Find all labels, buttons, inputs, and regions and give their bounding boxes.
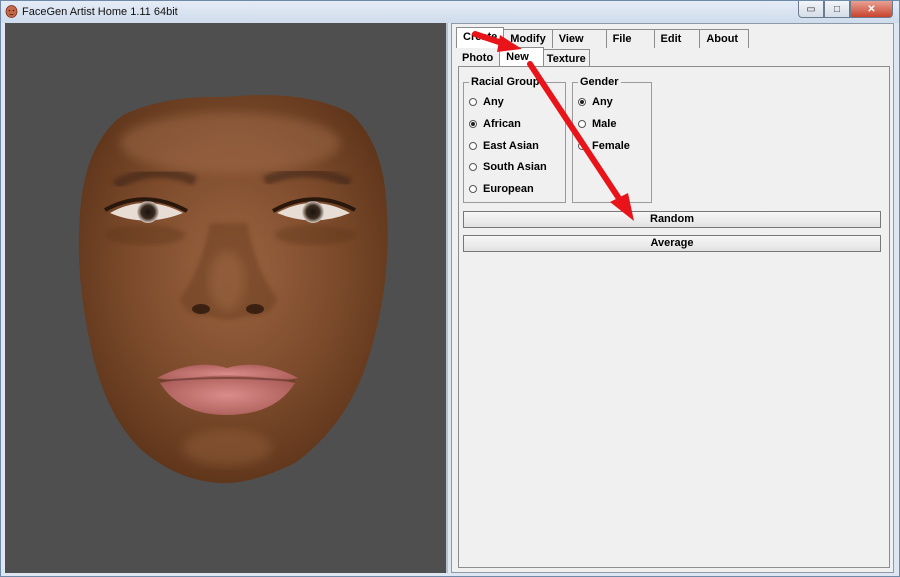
close-button[interactable]: ✕	[850, 1, 893, 18]
radio-unchecked-icon	[469, 185, 477, 193]
radio-unchecked-icon	[578, 120, 586, 128]
minimize-button[interactable]: ▭	[798, 1, 824, 18]
window-title: FaceGen Artist Home 1.11 64bit	[22, 6, 178, 18]
radio-label: East Asian	[483, 140, 539, 152]
radio-unchecked-icon	[469, 142, 477, 150]
maximize-icon: □	[833, 3, 841, 15]
radio-race-east-asian[interactable]: East Asian	[469, 140, 539, 152]
radio-race-south-asian[interactable]: South Asian	[469, 161, 547, 173]
racial-group-box: Racial Group Any African East Asian Sout…	[463, 76, 566, 203]
app-window: FaceGen Artist Home 1.11 64bit ▭ □ ✕ Cre…	[0, 0, 900, 577]
maximize-button[interactable]: □	[824, 1, 850, 18]
gender-box: Gender Any Male Female	[572, 76, 652, 203]
tab-file[interactable]: File	[605, 29, 655, 48]
radio-label: Any	[592, 96, 613, 108]
radio-label: Any	[483, 96, 504, 108]
radio-unchecked-icon	[469, 163, 477, 171]
radio-unchecked-icon	[469, 98, 477, 106]
main-tab-bar: Create Modify View File Edit About	[456, 27, 750, 49]
radio-race-african[interactable]: African	[469, 118, 521, 130]
tab-view[interactable]: View	[551, 29, 607, 48]
radio-label: Female	[592, 140, 630, 152]
racial-group-title: Racial Group	[469, 76, 542, 88]
average-button[interactable]: Average	[463, 235, 881, 252]
close-icon: ✕	[867, 3, 876, 15]
control-panel: Create Modify View File Edit About Photo…	[451, 23, 894, 573]
app-icon	[5, 5, 18, 18]
radio-label: Male	[592, 118, 617, 130]
title-bar: FaceGen Artist Home 1.11 64bit ▭ □ ✕	[1, 1, 899, 23]
radio-race-european[interactable]: European	[469, 183, 534, 195]
minimize-icon: ▭	[806, 3, 816, 15]
window-controls: ▭ □ ✕	[798, 1, 893, 19]
subtab-new[interactable]: New	[499, 47, 544, 68]
radio-race-any[interactable]: Any	[469, 96, 504, 108]
radio-label: South Asian	[483, 161, 547, 173]
radio-checked-icon	[469, 120, 477, 128]
random-button[interactable]: Random	[463, 211, 881, 228]
tab-about[interactable]: About	[699, 29, 750, 48]
radio-unchecked-icon	[578, 142, 586, 150]
tab-edit[interactable]: Edit	[653, 29, 701, 48]
new-face-page: Racial Group Any African East Asian Sout…	[458, 66, 890, 568]
radio-checked-icon	[578, 98, 586, 106]
tab-modify[interactable]: Modify	[503, 29, 553, 48]
radio-gender-female[interactable]: Female	[578, 140, 630, 152]
gender-title: Gender	[578, 76, 621, 88]
radio-gender-male[interactable]: Male	[578, 118, 616, 130]
face-viewport[interactable]	[5, 23, 448, 573]
radio-gender-any[interactable]: Any	[578, 96, 613, 108]
radio-label: African	[483, 118, 521, 130]
tab-create[interactable]: Create	[456, 27, 505, 48]
face-model	[78, 95, 388, 484]
radio-label: European	[483, 183, 534, 195]
